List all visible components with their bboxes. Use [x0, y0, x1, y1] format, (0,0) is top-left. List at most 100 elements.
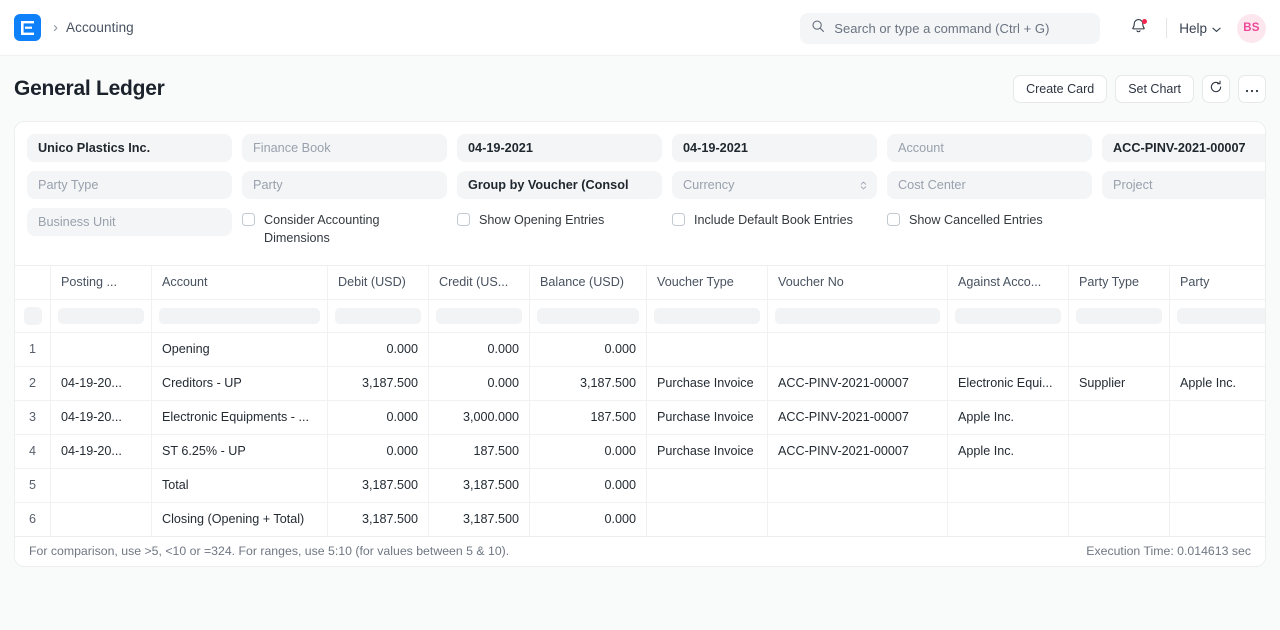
checkbox-show-opening-entries[interactable]: Show Opening Entries — [457, 208, 662, 230]
cell-account[interactable]: ST 6.25% - UP — [152, 435, 328, 468]
cell-debit[interactable]: 0.000 — [328, 333, 429, 366]
cell-voucher-type[interactable]: Purchase Invoice — [647, 401, 768, 434]
filter-cell-debit[interactable] — [328, 300, 429, 332]
cell-debit[interactable]: 0.000 — [328, 401, 429, 434]
cell-voucher-type[interactable]: Purchase Invoice — [647, 435, 768, 468]
cell-party[interactable] — [1170, 333, 1266, 366]
checkbox-box-icon[interactable] — [242, 213, 255, 226]
filter-project[interactable]: Project — [1102, 171, 1266, 199]
cell-account[interactable]: Creditors - UP — [152, 367, 328, 400]
cell-against-account[interactable] — [948, 469, 1069, 502]
column-header-against-account[interactable]: Against Acco... — [948, 266, 1069, 299]
cell-debit[interactable]: 0.000 — [328, 435, 429, 468]
cell-account[interactable]: Opening — [152, 333, 328, 366]
create-card-button[interactable]: Create Card — [1013, 75, 1107, 103]
cell-party[interactable] — [1170, 503, 1266, 536]
cell-index[interactable]: 3 — [15, 401, 51, 434]
cell-party-type[interactable] — [1069, 333, 1170, 366]
cell-voucher-type[interactable] — [647, 469, 768, 502]
cell-voucher-no[interactable] — [768, 469, 948, 502]
cell-party[interactable] — [1170, 401, 1266, 434]
cell-voucher-no[interactable]: ACC-PINV-2021-00007 — [768, 401, 948, 434]
cell-balance[interactable]: 0.000 — [530, 435, 647, 468]
breadcrumb-accounting[interactable]: Accounting — [66, 20, 134, 35]
cell-against-account[interactable]: Apple Inc. — [948, 435, 1069, 468]
checkbox-box-icon[interactable] — [672, 213, 685, 226]
cell-debit[interactable]: 3,187.500 — [328, 503, 429, 536]
filter-cell-index[interactable] — [15, 300, 51, 332]
cell-party-type[interactable] — [1069, 435, 1170, 468]
filter-group-by[interactable]: Group by Voucher (Consol — [457, 171, 662, 199]
cell-voucher-type[interactable] — [647, 503, 768, 536]
checkbox-box-icon[interactable] — [457, 213, 470, 226]
refresh-button[interactable] — [1202, 75, 1230, 103]
filter-cell-balance[interactable] — [530, 300, 647, 332]
filter-cell-voucher-type[interactable] — [647, 300, 768, 332]
cell-account[interactable]: Electronic Equipments - ... — [152, 401, 328, 434]
cell-account[interactable]: Total — [152, 469, 328, 502]
column-header-credit[interactable]: Credit (US... — [429, 266, 530, 299]
cell-balance[interactable]: 187.500 — [530, 401, 647, 434]
checkbox-box-icon[interactable] — [887, 213, 900, 226]
filter-business-unit[interactable]: Business Unit — [27, 208, 232, 236]
column-header-party-type[interactable]: Party Type — [1069, 266, 1170, 299]
more-menu-button[interactable] — [1238, 75, 1266, 103]
cell-credit[interactable]: 187.500 — [429, 435, 530, 468]
filter-cell-credit[interactable] — [429, 300, 530, 332]
cell-party-type[interactable] — [1069, 469, 1170, 502]
checkbox-include-default-book-entries[interactable]: Include Default Book Entries — [672, 208, 877, 230]
filter-currency[interactable]: Currency — [672, 171, 877, 199]
cell-index[interactable]: 6 — [15, 503, 51, 536]
filter-finance-book[interactable]: Finance Book — [242, 134, 447, 162]
cell-posting-date[interactable]: 04-19-20... — [51, 401, 152, 434]
cell-balance[interactable]: 3,187.500 — [530, 367, 647, 400]
cell-credit[interactable]: 3,187.500 — [429, 469, 530, 502]
cell-credit[interactable]: 0.000 — [429, 333, 530, 366]
cell-voucher-type[interactable] — [647, 333, 768, 366]
cell-posting-date[interactable] — [51, 503, 152, 536]
checkbox-show-cancelled-entries[interactable]: Show Cancelled Entries — [887, 208, 1092, 230]
filter-cell-party[interactable] — [1170, 300, 1266, 332]
cell-debit[interactable]: 3,187.500 — [328, 469, 429, 502]
filter-account[interactable]: Account — [887, 134, 1092, 162]
filter-from-date[interactable]: 04-19-2021 — [457, 134, 662, 162]
cell-voucher-type[interactable]: Purchase Invoice — [647, 367, 768, 400]
cell-posting-date[interactable] — [51, 333, 152, 366]
cell-balance[interactable]: 0.000 — [530, 333, 647, 366]
filter-cost-center[interactable]: Cost Center — [887, 171, 1092, 199]
filter-to-date[interactable]: 04-19-2021 — [672, 134, 877, 162]
filter-cell-party-type[interactable] — [1069, 300, 1170, 332]
column-header-account[interactable]: Account — [152, 266, 328, 299]
cell-credit[interactable]: 0.000 — [429, 367, 530, 400]
cell-credit[interactable]: 3,000.000 — [429, 401, 530, 434]
table-row[interactable]: 204-19-20...Creditors - UP 3,187.5000.000… — [15, 367, 1265, 401]
filter-cell-posting-date[interactable] — [51, 300, 152, 332]
filter-cell-against-account[interactable] — [948, 300, 1069, 332]
cell-account[interactable]: Closing (Opening + Total) — [152, 503, 328, 536]
cell-balance[interactable]: 0.000 — [530, 503, 647, 536]
avatar[interactable]: BS — [1237, 14, 1266, 43]
cell-party[interactable] — [1170, 435, 1266, 468]
cell-index[interactable]: 5 — [15, 469, 51, 502]
cell-against-account[interactable] — [948, 333, 1069, 366]
cell-party-type[interactable]: Supplier — [1069, 367, 1170, 400]
cell-voucher-no[interactable]: ACC-PINV-2021-00007 — [768, 367, 948, 400]
cell-against-account[interactable]: Electronic Equi... — [948, 367, 1069, 400]
cell-credit[interactable]: 3,187.500 — [429, 503, 530, 536]
cell-party-type[interactable] — [1069, 401, 1170, 434]
filter-cell-account[interactable] — [152, 300, 328, 332]
cell-balance[interactable]: 0.000 — [530, 469, 647, 502]
cell-against-account[interactable]: Apple Inc. — [948, 401, 1069, 434]
cell-index[interactable]: 2 — [15, 367, 51, 400]
checkbox-consider-accounting-dimensions[interactable]: Consider Accounting Dimensions — [242, 208, 447, 248]
cell-party-type[interactable] — [1069, 503, 1170, 536]
cell-index[interactable]: 1 — [15, 333, 51, 366]
filter-cell-voucher-no[interactable] — [768, 300, 948, 332]
column-header-debit[interactable]: Debit (USD) — [328, 266, 429, 299]
cell-posting-date[interactable]: 04-19-20... — [51, 367, 152, 400]
cell-voucher-no[interactable]: ACC-PINV-2021-00007 — [768, 435, 948, 468]
cell-posting-date[interactable]: 04-19-20... — [51, 435, 152, 468]
erpnext-logo-icon[interactable] — [14, 14, 41, 41]
help-menu[interactable]: Help — [1179, 21, 1221, 36]
set-chart-button[interactable]: Set Chart — [1115, 75, 1194, 103]
